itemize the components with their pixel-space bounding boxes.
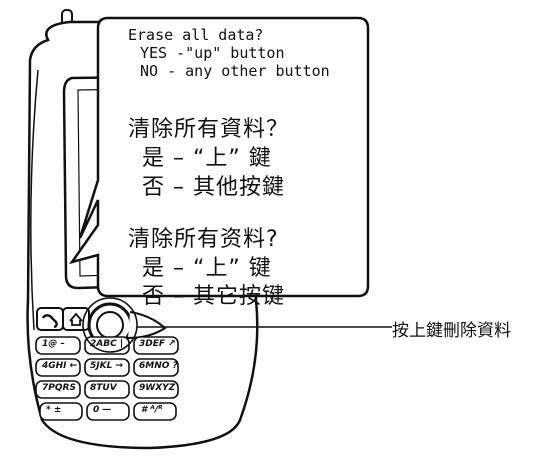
key-6[interactable]: 6MNO ? [139,361,178,371]
key-hash[interactable]: # ᴬ/ᴿ [141,405,162,415]
callout-simplified-title: 清除所有资料? [128,227,279,252]
callout-traditional-yes: 是 – “上” 鍵 [142,146,272,171]
callout-simplified-yes: 是 – “上” 键 [142,256,272,281]
callout-traditional-title: 清除所有資料？ [128,117,290,142]
key-4[interactable]: 4GHI ← [42,361,77,371]
key-7[interactable]: 7PQRS [42,383,76,393]
callout-english-title: Erase all data? [128,26,264,44]
call-button[interactable] [36,307,64,331]
key-2[interactable]: 2ABC | [90,339,123,349]
key-8[interactable]: 8TUV [90,383,117,393]
key-star[interactable]: * ± [46,405,61,415]
callout-traditional-no: 否 – 其他按鍵 [142,175,285,200]
home-button[interactable] [62,307,90,331]
key-3[interactable]: 3DEF ↗ [139,339,176,349]
annotation-label: 按上鍵刪除資料 [392,321,511,341]
key-1[interactable]: 1@ – [42,339,65,349]
key-0[interactable]: 0 — [93,405,111,415]
callout-simplified-no: 否 – 其它按键 [142,284,285,309]
key-5[interactable]: 5JKL → [90,361,123,371]
key-9[interactable]: 9WXYZ [139,383,175,393]
callout-english-yes: YES -"up" button [140,44,285,62]
callout-english-no: NO - any other button [140,62,330,80]
